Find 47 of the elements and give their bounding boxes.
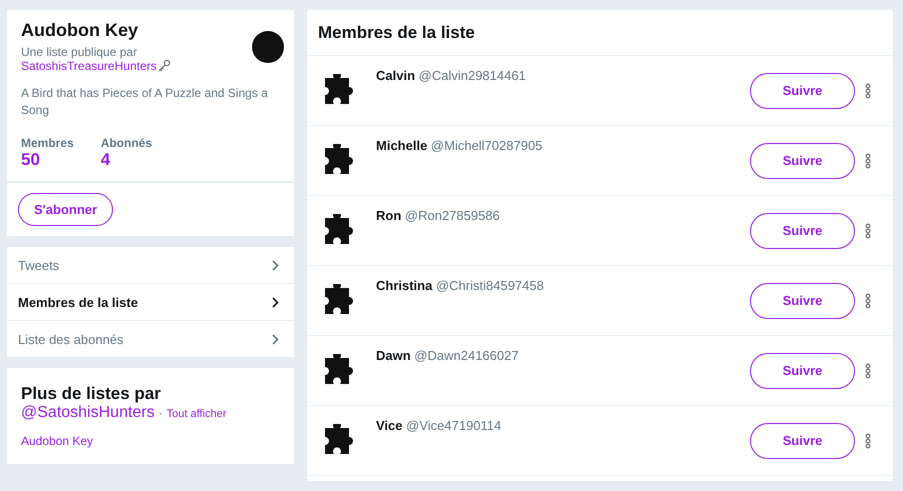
chevron-right-icon bbox=[272, 334, 279, 344]
stat-label: Abonnés bbox=[100, 136, 152, 150]
follow-button[interactable]: Suivre bbox=[750, 422, 855, 458]
stat-label: Membres bbox=[21, 136, 74, 150]
owner-avatar[interactable] bbox=[252, 31, 284, 63]
follow-button[interactable]: Suivre bbox=[750, 282, 855, 318]
follow-button[interactable]: Suivre bbox=[750, 352, 855, 388]
owner-link[interactable]: SatoshisTreasureHunters bbox=[21, 59, 157, 73]
panel-title: Membres de la liste bbox=[307, 10, 893, 56]
see-all-link[interactable]: Tout afficher bbox=[166, 408, 226, 420]
follow-button[interactable]: Suivre bbox=[750, 142, 855, 178]
more-options-icon[interactable] bbox=[865, 292, 871, 308]
more-options-icon[interactable] bbox=[865, 82, 871, 98]
follow-button[interactable]: Suivre bbox=[750, 72, 855, 108]
member-handle[interactable]: @Dawn24166027 bbox=[414, 348, 519, 363]
nav-item[interactable]: Tweets bbox=[7, 247, 294, 283]
chevron-right-icon bbox=[272, 296, 279, 308]
member-name[interactable]: Calvin bbox=[376, 68, 416, 83]
member-name[interactable]: Ron bbox=[376, 208, 402, 223]
more-options-icon[interactable] bbox=[865, 362, 871, 378]
member-name[interactable]: Christina bbox=[376, 278, 432, 293]
more-options-icon[interactable] bbox=[865, 222, 871, 238]
handle-link[interactable]: @SatoshisHunters bbox=[21, 404, 155, 422]
member-name[interactable]: Vice bbox=[376, 418, 403, 433]
more-options-icon[interactable] bbox=[865, 152, 871, 168]
nav-item[interactable]: Liste des abonnés bbox=[7, 320, 294, 357]
stat-value[interactable]: 4 bbox=[100, 150, 152, 170]
more-options-icon[interactable] bbox=[865, 432, 871, 448]
section-title: Plus de listes par bbox=[21, 384, 162, 404]
member-handle[interactable]: @Christi84597458 bbox=[436, 278, 544, 293]
member-handle[interactable]: @Calvin29814461 bbox=[418, 68, 526, 83]
member-name[interactable]: Michelle bbox=[376, 138, 428, 153]
subscribe-button[interactable]: S'abonner bbox=[18, 193, 114, 226]
nav-item[interactable]: Membres de la liste bbox=[7, 283, 294, 320]
member-name[interactable]: Dawn bbox=[376, 348, 411, 363]
member-handle[interactable]: @Vice47190114 bbox=[406, 418, 502, 433]
separator: · bbox=[158, 406, 163, 420]
member-handle[interactable]: @Michell70287905 bbox=[430, 138, 542, 153]
list-link[interactable]: Audobon Key bbox=[21, 434, 280, 448]
chevron-right-icon bbox=[272, 260, 279, 270]
list-title: Audobon Key bbox=[21, 20, 139, 41]
list-description: A Bird that has Pieces of A Puzzle and Sings a Song bbox=[20, 85, 269, 119]
member-handle[interactable]: @Ron27859586 bbox=[404, 208, 500, 223]
follow-button[interactable]: Suivre bbox=[750, 212, 855, 248]
stat-value[interactable]: 50 bbox=[21, 150, 74, 170]
key-icon bbox=[156, 59, 171, 73]
list-byline: Une liste publique par bbox=[21, 45, 138, 59]
